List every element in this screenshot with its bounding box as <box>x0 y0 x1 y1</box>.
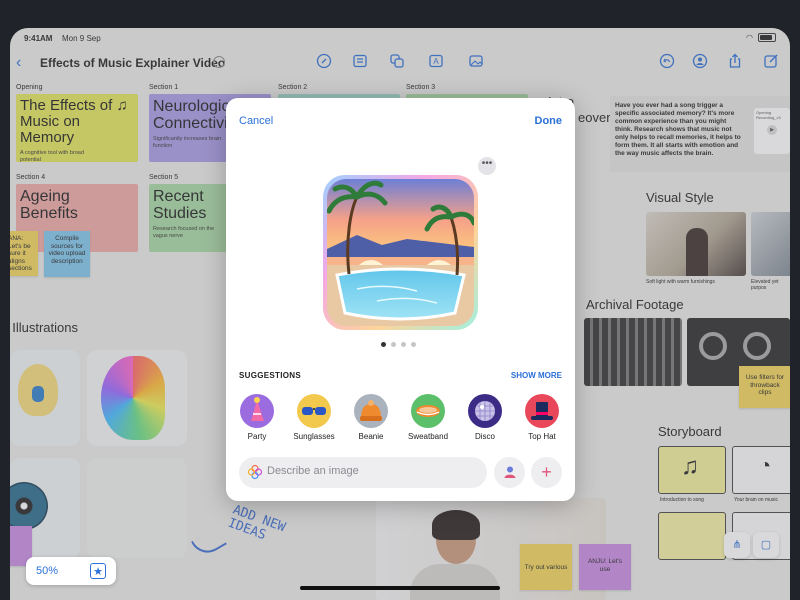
page-dot-2[interactable] <box>391 342 396 347</box>
suggestion-top-hat[interactable]: Top Hat <box>517 394 567 441</box>
screen: 9:41AM Mon 9 Sep ◠ ‹ Effects of Music Ex… <box>10 28 790 600</box>
home-indicator[interactable] <box>300 586 500 590</box>
person-icon <box>504 466 515 478</box>
image-playground-icon <box>247 464 263 480</box>
zoom-level[interactable]: 50% <box>36 565 58 577</box>
add-button[interactable]: + <box>531 457 562 488</box>
party-hat-icon <box>240 394 274 428</box>
done-button[interactable]: Done <box>535 115 563 127</box>
page-dot-1[interactable] <box>381 342 386 347</box>
page-indicator[interactable] <box>381 342 416 347</box>
beanie-icon <box>354 394 388 428</box>
suggestion-beanie[interactable]: Beanie <box>346 394 396 441</box>
generated-image-preview[interactable] <box>323 175 478 330</box>
suggestion-sunglasses[interactable]: Sunglasses <box>289 394 339 441</box>
page-dot-3[interactable] <box>401 342 406 347</box>
suggestion-party[interactable]: Party <box>232 394 282 441</box>
suggestion-disco[interactable]: Disco <box>460 394 510 441</box>
sunglasses-icon <box>297 394 331 428</box>
zoom-control: 50% ★ <box>26 557 116 585</box>
disco-ball-icon <box>468 394 502 428</box>
suggestion-label: Party <box>247 432 267 441</box>
suggestion-label: Disco <box>474 432 495 441</box>
describe-image-input[interactable] <box>267 465 477 477</box>
describe-image-field[interactable] <box>239 457 487 488</box>
plus-icon: + <box>541 462 552 482</box>
more-options-icon[interactable]: ••• <box>478 157 496 175</box>
suggestion-sweatband[interactable]: Sweatband <box>403 394 453 441</box>
cancel-button[interactable]: Cancel <box>239 115 273 127</box>
person-button[interactable] <box>494 457 525 488</box>
image-generator-sheet: Cancel Done ••• SUGGESTIONS SHOW MORE Pa… <box>226 98 575 501</box>
page-dot-4[interactable] <box>411 342 416 347</box>
pool-sunset-image <box>327 179 474 326</box>
suggestion-label: Sunglasses <box>293 432 335 441</box>
suggestion-label: Top Hat <box>528 432 556 441</box>
suggestions-title: SUGGESTIONS <box>239 371 301 380</box>
favorite-view-icon[interactable]: ★ <box>90 563 106 579</box>
device-frame: 9:41AM Mon 9 Sep ◠ ‹ Effects of Music Ex… <box>0 0 800 600</box>
top-hat-icon <box>525 394 559 428</box>
suggestion-label: Beanie <box>358 432 384 441</box>
show-more-button[interactable]: SHOW MORE <box>511 371 562 380</box>
suggestion-label: Sweatband <box>407 432 449 441</box>
sweatband-icon <box>411 394 445 428</box>
